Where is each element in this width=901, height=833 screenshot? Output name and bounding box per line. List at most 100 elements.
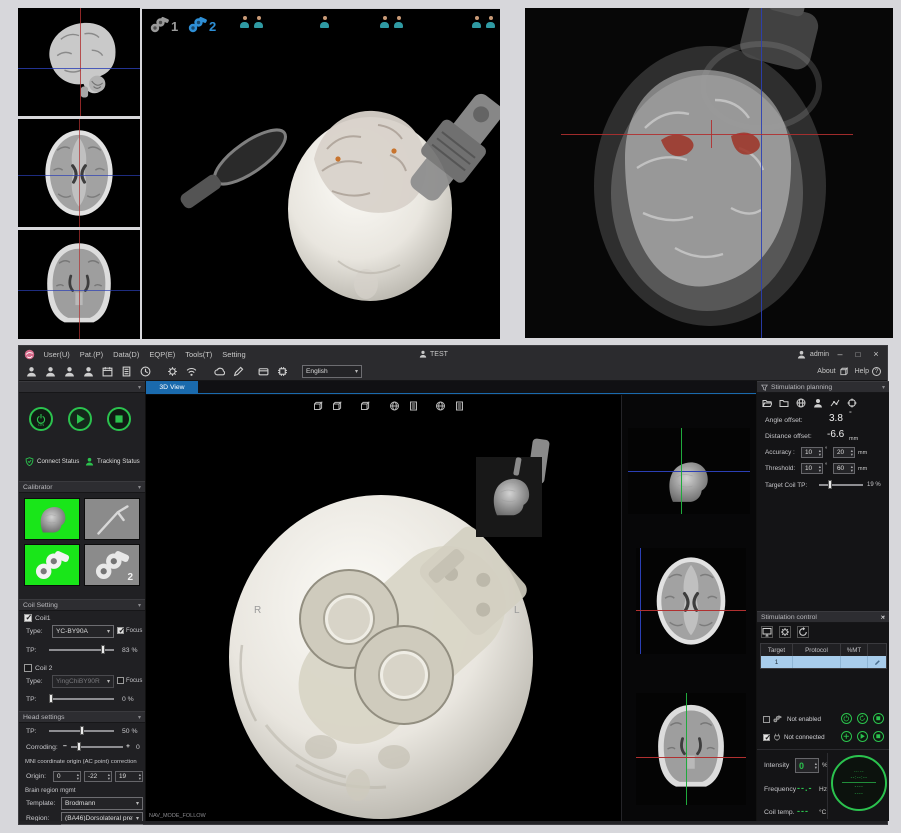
row-edit-button[interactable] — [868, 656, 886, 668]
maximize-button[interactable]: □ — [851, 350, 865, 359]
coil2-tp-slider[interactable] — [49, 694, 114, 703]
stim-power-button[interactable] — [841, 713, 852, 724]
stim-rotate-button[interactable] — [857, 713, 868, 724]
protocol-row-selected[interactable]: 1 — [761, 656, 886, 668]
cloud-icon[interactable] — [211, 364, 227, 378]
coil2-focus-checkbox[interactable] — [117, 677, 124, 684]
coil1-tp-slider[interactable] — [49, 645, 114, 654]
origin-x-spinner[interactable]: 0 — [53, 771, 81, 782]
calibrator-pointer-thumb[interactable] — [84, 498, 140, 540]
coil2-type-select[interactable]: YingChiBY90R — [52, 675, 114, 688]
coil1-checkbox[interactable] — [24, 614, 32, 622]
sagittal-slice-view[interactable] — [18, 8, 140, 116]
document-icon[interactable] — [118, 364, 134, 378]
strip-coronal-view[interactable] — [636, 693, 746, 805]
card-icon[interactable] — [256, 364, 272, 378]
patient-list-icon[interactable] — [80, 364, 96, 378]
corroding-minus-button[interactable]: − — [63, 743, 67, 750]
plan-target-icon[interactable] — [846, 397, 858, 409]
calendar-icon[interactable] — [99, 364, 115, 378]
accuracy-deg-spinner[interactable]: 10 — [801, 447, 823, 458]
head-settings-section-header[interactable]: Head settings — [19, 711, 145, 723]
coil1-tool[interactable]: 1 — [150, 15, 184, 37]
intensity-spinner[interactable]: 0 — [795, 758, 819, 773]
device-stop-button[interactable] — [873, 731, 884, 742]
about-button[interactable]: About — [817, 368, 835, 375]
help-button[interactable]: Help — [855, 368, 869, 375]
patient-add-icon[interactable] — [23, 364, 39, 378]
patient-orientation-icon[interactable] — [472, 16, 481, 28]
plan-person-icon[interactable] — [812, 397, 824, 409]
corroding-slider[interactable] — [71, 742, 123, 751]
patient-orientation-icon[interactable] — [380, 16, 389, 28]
wifi-icon[interactable] — [184, 364, 200, 378]
menu-user[interactable]: User(U) — [39, 350, 75, 359]
plan-path-icon[interactable] — [829, 397, 841, 409]
patient-orientation-icon[interactable] — [320, 16, 329, 28]
spinner-arrows-icon[interactable] — [813, 762, 817, 769]
tracker-power-button[interactable]: ON — [29, 407, 53, 431]
main-3d-viewport[interactable]: R L NAV_MODE_FOLLOW — [146, 395, 621, 821]
patient-orientation-icon[interactable] — [486, 16, 495, 28]
accuracy-mm-spinner[interactable]: 20 — [833, 447, 855, 458]
origin-z-spinner[interactable]: 19 — [115, 771, 143, 782]
calibrator-coil2-thumb[interactable]: 2 — [84, 544, 140, 586]
calibrator-section-header[interactable] — [19, 381, 145, 393]
language-select[interactable]: English — [302, 365, 362, 378]
plan-globe-icon[interactable] — [795, 397, 807, 409]
head-inset-preview[interactable] — [476, 457, 542, 537]
chip-icon[interactable] — [275, 364, 291, 378]
patient-monitor-icon[interactable] — [42, 364, 58, 378]
plan-open-folder-icon[interactable] — [761, 397, 773, 409]
tracker-stop-button[interactable] — [107, 407, 131, 431]
calibrator-coil1-thumb[interactable] — [24, 544, 80, 586]
history-icon[interactable] — [137, 364, 153, 378]
spinner-arrows-icon[interactable] — [849, 449, 853, 456]
menu-setting[interactable]: Setting — [217, 350, 250, 359]
device-plus-button[interactable] — [841, 731, 852, 742]
tracker-start-button[interactable] — [68, 407, 92, 431]
connect-checkbox[interactable] — [763, 734, 770, 741]
axial-slice-view[interactable] — [18, 119, 140, 227]
patient-orientation-icon[interactable] — [240, 16, 249, 28]
calibrator-section-header[interactable]: Calibrator — [19, 481, 145, 493]
stimulation-control-header[interactable]: Stimulation control × — [757, 611, 889, 623]
strip-head-view[interactable] — [628, 428, 750, 514]
control-gear-icon[interactable] — [779, 626, 791, 638]
coil2-tool[interactable]: 2 — [188, 15, 222, 37]
coronal-slice-view[interactable] — [18, 230, 140, 339]
plan-folder-icon[interactable] — [778, 397, 790, 409]
coil1-type-select[interactable]: YC-BY90A — [52, 625, 114, 638]
tab-3d-view[interactable]: 3D View — [146, 381, 198, 394]
control-close-button[interactable]: × — [880, 613, 885, 622]
pen-icon[interactable] — [230, 364, 246, 378]
patient-orientation-icon[interactable] — [394, 16, 403, 28]
target-coil-tp-slider[interactable] — [819, 480, 863, 489]
close-button[interactable]: × — [869, 349, 883, 359]
device-play-button[interactable] — [857, 731, 868, 742]
coil-setting-section-header[interactable]: Coil Setting — [19, 599, 145, 611]
calibrator-head-thumb[interactable] — [24, 498, 80, 540]
patient-orientation-icon[interactable] — [254, 16, 263, 28]
coil1-focus-checkbox[interactable] — [117, 627, 124, 634]
spinner-arrows-icon[interactable] — [817, 449, 821, 456]
spinner-arrows-icon[interactable] — [106, 773, 110, 780]
spinner-arrows-icon[interactable] — [817, 465, 821, 472]
patient-edit-icon[interactable] — [61, 364, 77, 378]
spinner-arrows-icon[interactable] — [849, 465, 853, 472]
spinner-arrows-icon[interactable] — [75, 773, 79, 780]
coil2-checkbox[interactable] — [24, 664, 32, 672]
minimize-button[interactable]: – — [833, 349, 847, 359]
menu-tools[interactable]: Tools(T) — [180, 350, 217, 359]
corroding-plus-button[interactable]: + — [126, 743, 130, 750]
top-3d-view-secondary[interactable] — [525, 8, 893, 338]
enable-checkbox[interactable] — [763, 716, 770, 723]
menu-eqp[interactable]: EQP(E) — [144, 350, 180, 359]
template-select[interactable]: Brodmann — [61, 797, 143, 810]
menu-data[interactable]: Data(D) — [108, 350, 144, 359]
strip-axial-view[interactable] — [636, 548, 746, 654]
threshold-deg-spinner[interactable]: 10 — [801, 463, 823, 474]
stim-stop-button[interactable] — [873, 713, 884, 724]
control-display-icon[interactable] — [761, 626, 773, 638]
menu-pat[interactable]: Pat.(P) — [75, 350, 108, 359]
